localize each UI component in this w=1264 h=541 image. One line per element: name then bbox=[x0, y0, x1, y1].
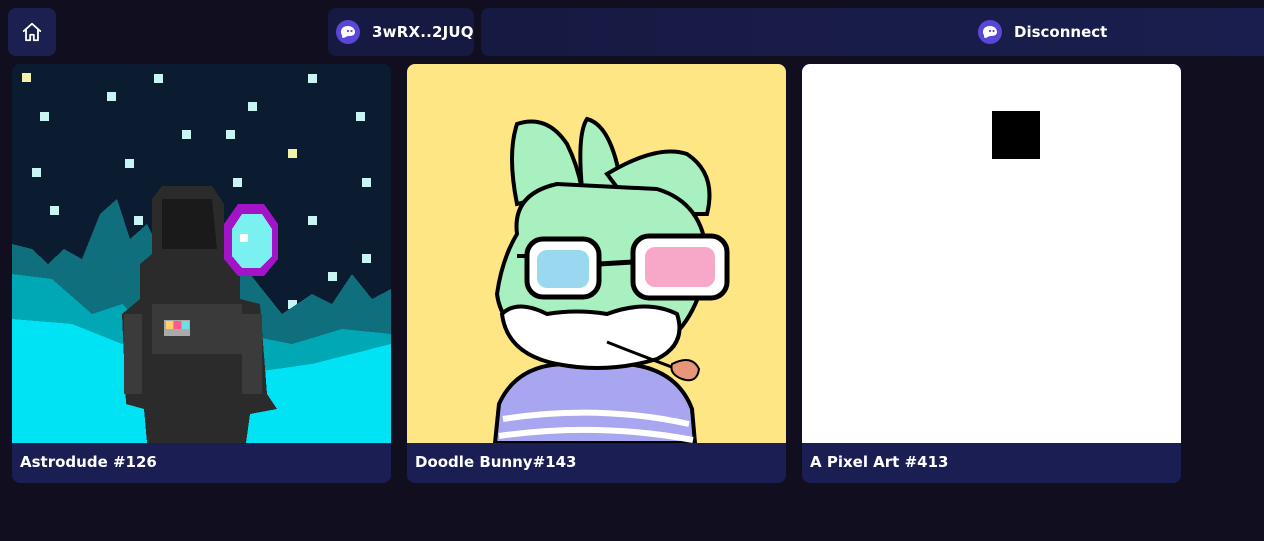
wallet-address: 3wRX..2JUQ bbox=[372, 23, 474, 41]
disconnect-button[interactable]: Disconnect bbox=[481, 8, 1264, 56]
nft-card[interactable]: Astrodude #126 bbox=[12, 64, 391, 483]
wallet-address-button[interactable]: 3wRX..2JUQ bbox=[328, 8, 474, 56]
nft-image-astrodude bbox=[12, 64, 391, 443]
nft-image-doodle-bunny bbox=[407, 64, 786, 443]
nft-title: Doodle Bunny#143 bbox=[415, 453, 577, 471]
nft-image-pixel-art bbox=[802, 64, 1181, 443]
phantom-ghost-icon bbox=[978, 20, 1002, 44]
nft-title: Astrodude #126 bbox=[20, 453, 157, 471]
nft-card[interactable]: Doodle Bunny#143 bbox=[407, 64, 786, 483]
home-icon bbox=[22, 22, 42, 42]
disconnect-label: Disconnect bbox=[1014, 23, 1108, 41]
nft-card[interactable]: A Pixel Art #413 bbox=[802, 64, 1181, 483]
phantom-ghost-icon bbox=[336, 20, 360, 44]
nft-title: A Pixel Art #413 bbox=[810, 453, 949, 471]
home-button[interactable] bbox=[8, 8, 56, 56]
